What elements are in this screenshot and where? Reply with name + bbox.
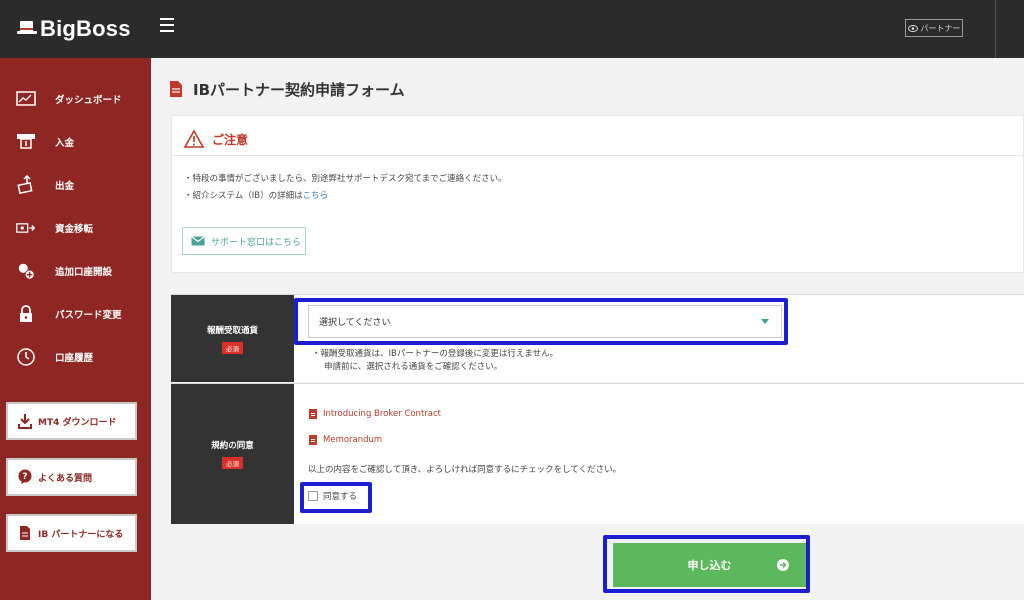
document-icon [20,526,30,540]
ib-contract-link[interactable]: Introducing Broker Contract [309,409,441,419]
sidebar-item-dashboard[interactable]: ダッシュボード [0,77,151,120]
partner-button[interactable]: パートナー [905,19,963,37]
sidebar-item-label: 口座履歴 [55,352,94,364]
eye-icon [907,24,918,32]
notice-title: ご注意 [212,132,249,147]
ib-contract-label: Introducing Broker Contract [323,409,441,419]
become-ib-partner-label: IB パートナーになる [38,529,124,540]
become-ib-partner-button[interactable]: IB パートナーになる [6,514,137,552]
sidebar-item-label: 出金 [55,180,75,192]
notice-line-1: ・特段の事情がございましたら、別途弊社サポートデスク宛てまでご連絡ください。 [184,174,507,184]
notice-divider [172,155,1024,156]
deposit-icon [16,132,36,152]
support-desk-button[interactable]: サポート窓口はこちら [182,227,306,255]
sidebar-item-label: ダッシュボード [55,94,122,106]
support-desk-label: サポート窓口はこちら [211,237,302,248]
sidebar-item-label: 入金 [55,137,75,149]
sidebar-item-label: パスワード変更 [55,309,122,321]
sidebar-item-password[interactable]: パスワード変更 [0,292,151,335]
highlight-currency-select [294,298,788,345]
currency-note-1: ・報酬受取通貨は、IBパートナーの登録後に変更は行えません。 [312,349,559,359]
svg-text:?: ? [22,472,27,482]
hamburger-icon[interactable] [160,18,174,32]
top-bar: BigBoss パートナー [0,0,1024,58]
document-icon [309,435,317,445]
mt4-download-button[interactable]: MT4 ダウンロード [6,402,137,440]
clock-icon [16,347,36,367]
sidebar-item-label: 追加口座開設 [55,266,113,278]
hat-logo-icon [17,21,37,34]
mt4-download-label: MT4 ダウンロード [38,417,117,428]
question-icon: ? [18,469,32,484]
main-content: IBパートナー契約申請フォーム ご注意 ・特段の事情がございましたら、別途弊社サ… [151,58,1024,600]
highlight-agree-checkbox [300,482,372,513]
sidebar-item-withdraw[interactable]: 出金 [0,163,151,206]
document-icon [309,409,317,419]
notice-line-2: ・紹介システム（IB）の詳細はこちら [184,189,328,201]
faq-label: よくある質問 [38,473,93,484]
brand-logo[interactable]: BigBoss [16,13,131,45]
dashboard-icon [16,89,36,109]
memorandum-link[interactable]: Memorandum [309,435,382,445]
currency-note-2: 申請前に、選択される通貨をご確認ください。 [324,362,503,372]
sidebar-item-transfer[interactable]: 資金移転 [0,206,151,249]
faq-button[interactable]: ? よくある質問 [6,458,137,496]
ib-details-link[interactable]: こちら [303,191,329,201]
agreement-instruction: 以上の内容をご確認して頂き、よろしければ同意するにチェックをしてください。 [308,465,622,475]
memorandum-label: Memorandum [323,435,383,445]
agreement-label-cell: 規約の同意 必須 [171,384,294,524]
warning-icon [184,130,204,148]
page-title: IBパートナー契約申請フォーム [193,80,405,99]
sidebar-item-history[interactable]: 口座履歴 [0,335,151,378]
logo-text: BigBoss [40,16,131,41]
agreement-label: 規約の同意 [211,441,254,451]
top-divider [995,0,996,58]
sidebar: ダッシュボード 入金 出金 資金移転 追加口座開設 パスワード変更 口座履歴 M… [0,58,151,600]
sidebar-item-label: 資金移転 [55,223,94,235]
notice-header: ご注意 [184,130,248,148]
partner-button-label: パートナー [920,23,961,33]
sidebar-item-deposit[interactable]: 入金 [0,120,151,163]
highlight-submit-button [603,535,810,593]
download-icon [18,414,32,429]
page-header: IBパートナー契約申請フォーム [169,78,405,100]
currency-label: 報酬受取通貨 [206,325,258,336]
required-badge: 必須 [222,457,243,469]
notice-line-2-prefix: ・紹介システム（IB）の詳細は [184,191,303,201]
notice-panel: ご注意 ・特段の事情がございましたら、別途弊社サポートデスク宛てまでご連絡くださ… [171,115,1024,273]
required-badge: 必須 [222,341,243,354]
sidebar-item-add-account[interactable]: 追加口座開設 [0,249,151,292]
withdraw-icon [16,174,36,195]
add-account-icon [16,261,36,281]
mail-icon [191,236,205,246]
transfer-icon [16,218,36,238]
agreement-row: 規約の同意 必須 Introducing Broker Contract Mem… [171,383,1024,524]
lock-icon [16,304,36,324]
currency-label-cell: 報酬受取通貨 必須 [171,295,294,382]
form-document-icon [170,81,182,97]
